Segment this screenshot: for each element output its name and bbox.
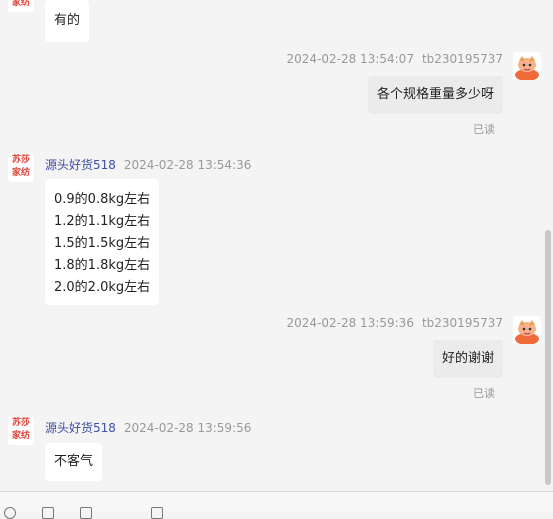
message-text: 有的 — [54, 13, 81, 28]
chat-history: 苏莎 家纺 有的 2024-02-28 13:54:07tb230195737 … — [0, 0, 553, 492]
message-text-line: 0.9的0.8kg左右 — [54, 192, 151, 207]
buyer-id: tb230195737 — [421, 316, 503, 330]
message-time: 2024-02-28 13:54:36 — [123, 158, 252, 172]
message-time: 2024-02-28 13:59:36 — [286, 316, 414, 330]
message-bubble: 好的谢谢 — [432, 340, 503, 378]
message-meta: 源头好货518 2024-02-28 13:54:36 — [45, 156, 251, 173]
file-icon[interactable] — [80, 507, 92, 519]
message-text: 各个规格重量多少呀 — [376, 87, 494, 102]
seller-avatar[interactable]: 苏莎 家纺 — [8, 0, 34, 12]
seller-name: 源头好货518 — [45, 158, 116, 172]
message-bubble: 不客气 — [45, 443, 103, 481]
message-bubble: 各个规格重量多少呀 — [367, 76, 503, 114]
message-text-line: 1.8的1.8kg左右 — [54, 258, 151, 273]
message-text: 好的谢谢 — [441, 351, 494, 366]
message-bubble: 有的 — [45, 0, 90, 42]
avatar-text-line: 苏莎 — [11, 155, 30, 165]
read-status: 已读 — [473, 123, 495, 136]
input-toolbar — [0, 491, 553, 519]
message-meta: 源头好货518 2024-02-28 13:59:56 — [45, 419, 251, 436]
message-text: 不客气 — [54, 454, 94, 469]
message-bubble: 0.9的0.8kg左右 1.2的1.1kg左右 1.5的1.5kg左右 1.8的… — [45, 179, 160, 305]
avatar-text-line: 家纺 — [11, 168, 30, 178]
seller-avatar[interactable]: 苏莎 家纺 — [8, 417, 34, 445]
avatar-text-line: 苏莎 — [11, 418, 30, 428]
message-text-line: 1.5的1.5kg左右 — [54, 236, 151, 251]
scrollbar-track[interactable] — [545, 0, 553, 492]
emoji-icon[interactable] — [4, 507, 16, 519]
message-text-line: 1.2的1.1kg左右 — [54, 214, 151, 229]
seller-name: 源头好货518 — [45, 421, 116, 435]
buyer-avatar-icon[interactable] — [513, 52, 541, 80]
history-icon[interactable] — [151, 507, 163, 519]
message-meta: 2024-02-28 13:59:36 tb230195737 — [287, 316, 504, 330]
message-time: 2024-02-28 13:54:07 — [286, 52, 414, 66]
buyer-avatar-icon[interactable] — [513, 316, 541, 344]
image-icon[interactable] — [42, 507, 54, 519]
message-meta: 2024-02-28 13:54:07 tb230195737 — [287, 52, 504, 66]
read-status: 已读 — [473, 387, 495, 400]
avatar-text-line: 家纺 — [11, 0, 30, 8]
avatar-text-line: 家纺 — [11, 431, 30, 441]
message-time: 2024-02-28 13:59:56 — [123, 421, 252, 435]
message-text-line: 2.0的2.0kg左右 — [54, 280, 151, 295]
seller-avatar[interactable]: 苏莎 家纺 — [8, 154, 34, 182]
scrollbar-thumb[interactable] — [545, 230, 551, 485]
buyer-id: tb230195737 — [421, 52, 503, 66]
